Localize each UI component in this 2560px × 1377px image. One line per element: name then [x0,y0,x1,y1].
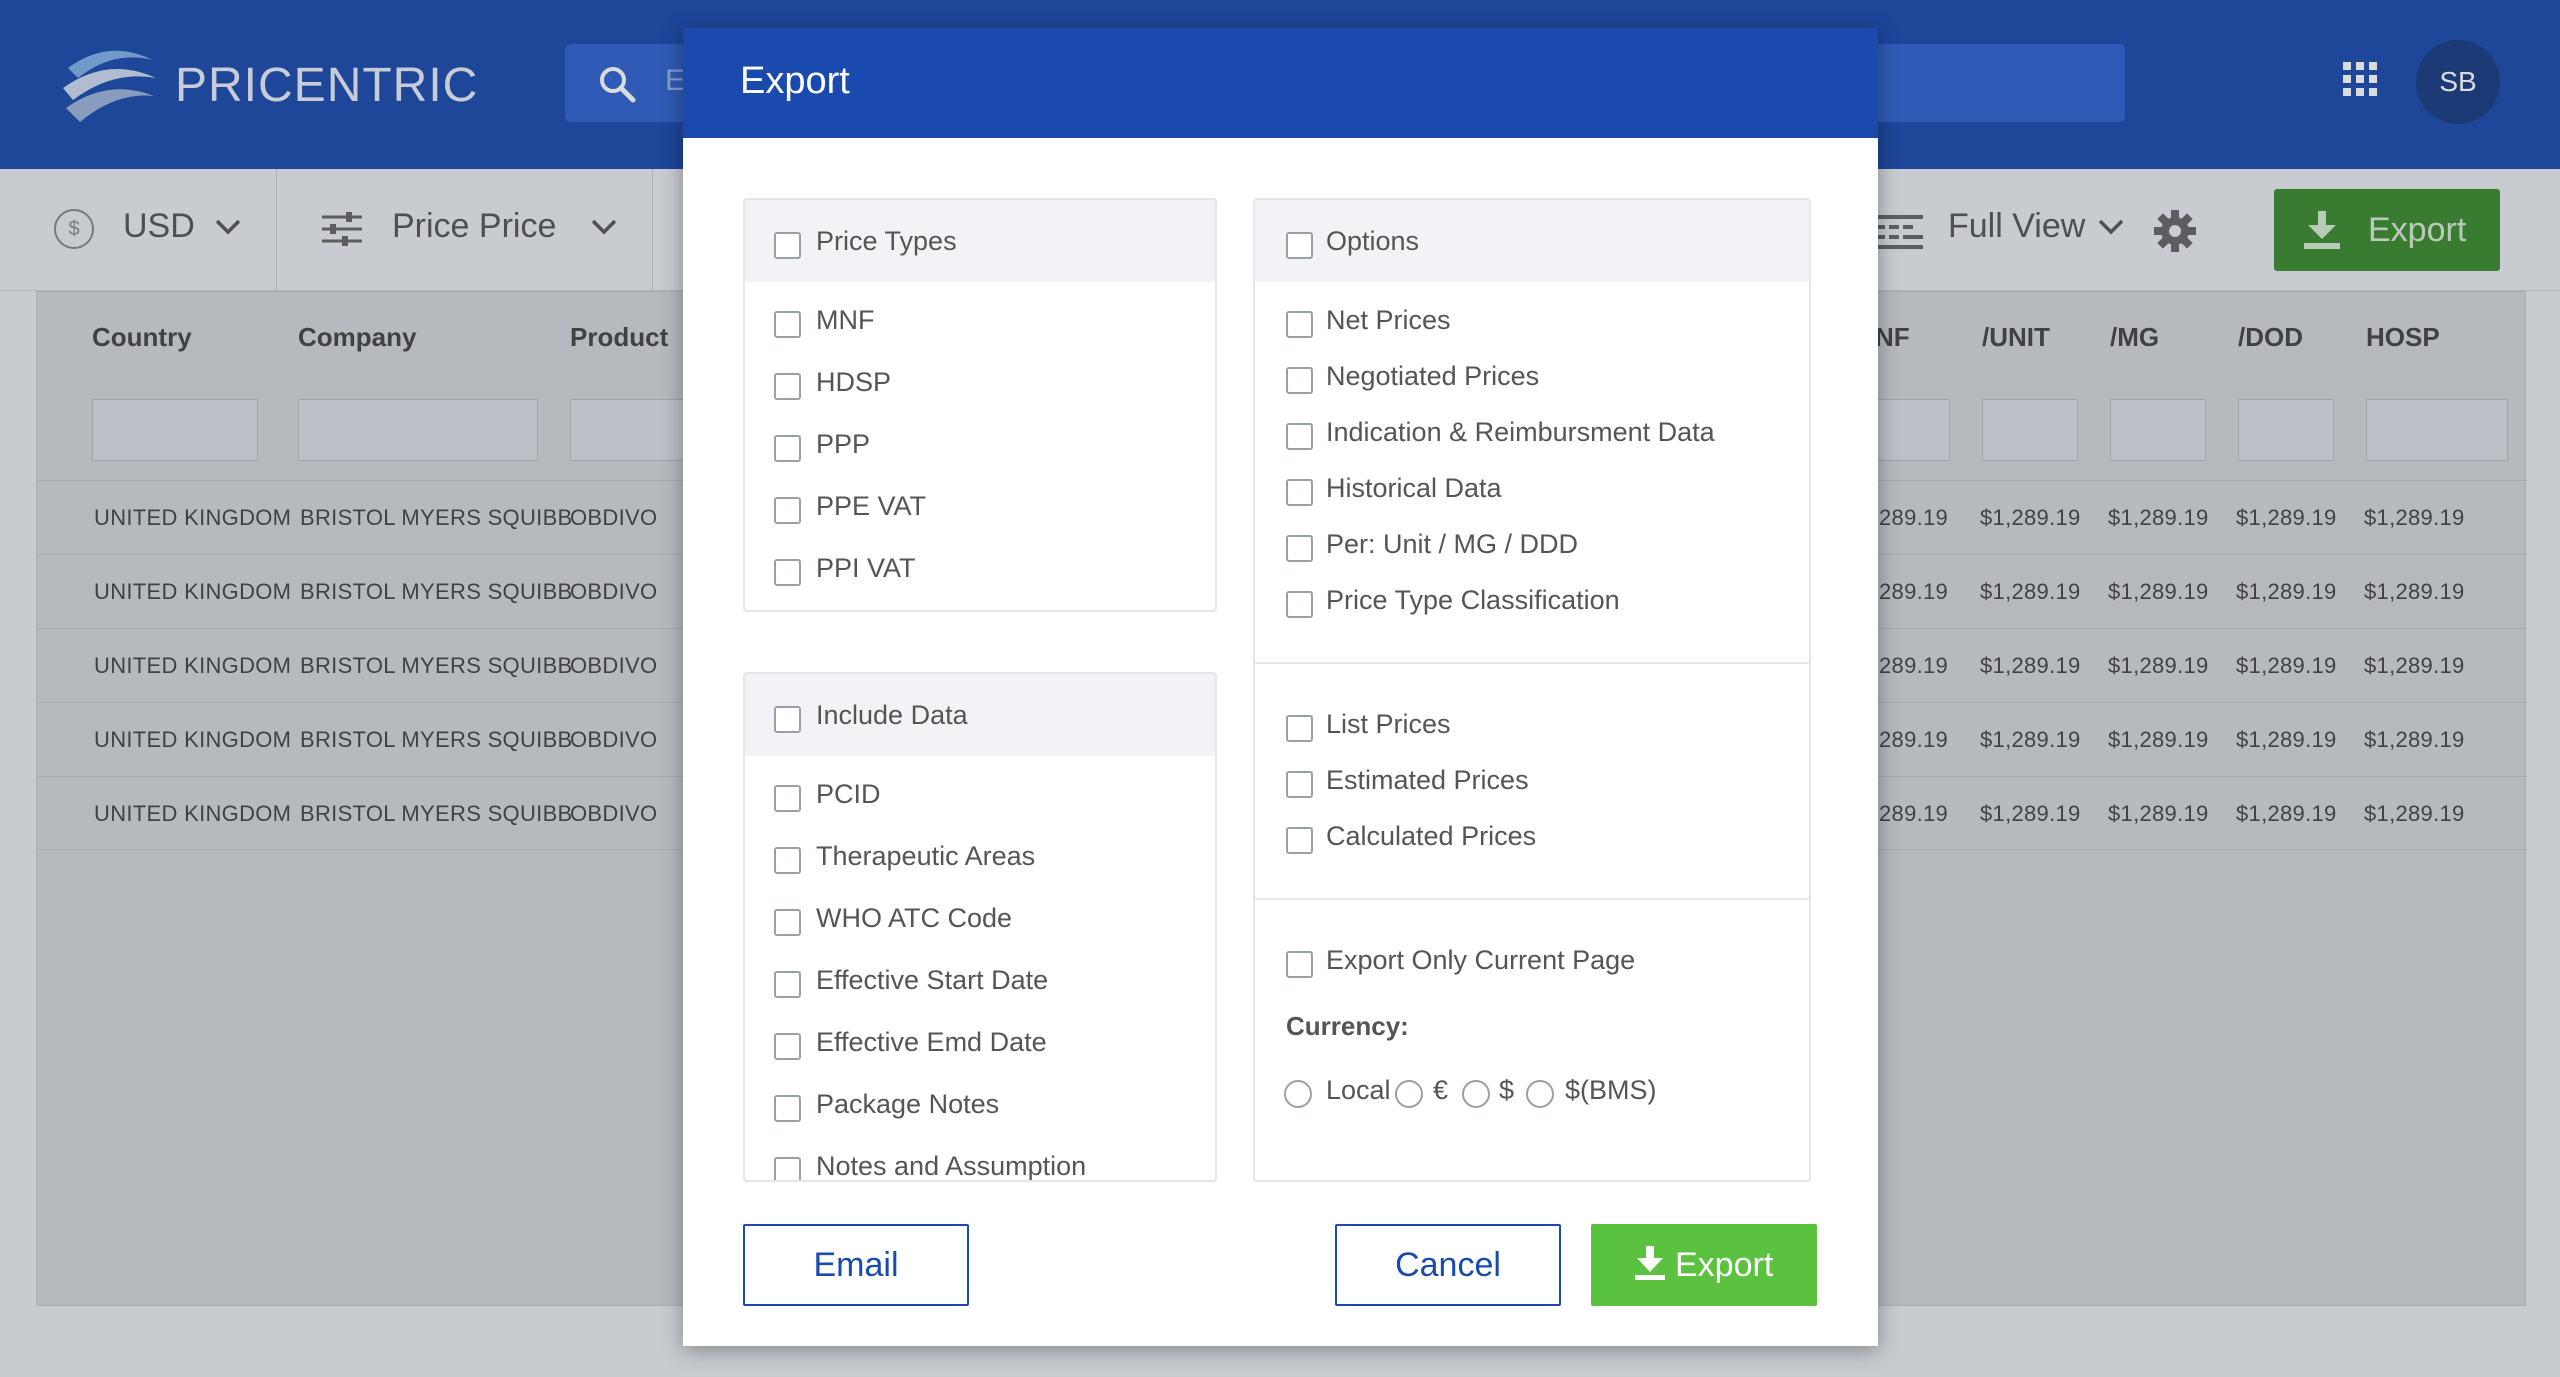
label-currency-usd: $ [1499,1075,1515,1105]
download-icon [1635,1246,1665,1280]
radio-currency-local[interactable] [1284,1080,1312,1108]
radio-currency-usd[interactable] [1462,1080,1490,1108]
include-data-title: Include Data [816,700,968,730]
options-divider [1255,662,1809,664]
checkbox-effective-start-date[interactable] [774,971,801,998]
label-who-atc-code: WHO ATC Code [816,903,1013,933]
label-net-prices: Net Prices [1326,305,1451,335]
checkbox-ppe-vat[interactable] [774,497,801,524]
checkbox-who-atc-code[interactable] [774,909,801,936]
label-export-current-page: Export Only Current Page [1326,945,1636,975]
checkbox-ppi-vat[interactable] [774,559,801,586]
label-currency-local: Local [1326,1075,1391,1105]
label-indication-reimbursement: Indication & Reimbursment Data [1326,417,1715,447]
include-data-header: Include Data [745,674,1215,756]
checkbox-calculated-prices[interactable] [1286,827,1313,854]
label-mnf: MNF [816,305,875,335]
price-types-panel: Price Types MNF HDSP PPP PPE VAT PPI VAT [743,198,1217,612]
label-hdsp: HDSP [816,367,892,397]
label-package-notes: Package Notes [816,1089,1000,1119]
checkbox-notes-assumption[interactable] [774,1157,801,1180]
radio-currency-euro[interactable] [1395,1080,1423,1108]
radio-currency-usd-bms[interactable] [1526,1080,1554,1108]
label-list-prices: List Prices [1326,709,1451,739]
checkbox-package-notes[interactable] [774,1095,801,1122]
export-button-label: Export [1675,1246,1774,1284]
label-effective-start-date: Effective Start Date [816,965,1049,995]
checkbox-therapeutic-areas[interactable] [774,847,801,874]
options-header: Options [1255,200,1809,282]
checkbox-negotiated-prices[interactable] [1286,367,1313,394]
price-types-title: Price Types [816,226,957,256]
label-ppp: PPP [816,429,871,459]
checkbox-indication-reimbursement[interactable] [1286,423,1313,450]
price-types-select-all-checkbox[interactable] [774,232,801,259]
include-data-select-all-checkbox[interactable] [774,706,801,733]
label-currency-usd-bms: $(BMS) [1565,1075,1657,1105]
email-button[interactable]: Email [743,1224,969,1306]
label-historical-data: Historical Data [1326,473,1502,503]
label-ppi-vat: PPI VAT [816,553,916,583]
checkbox-net-prices[interactable] [1286,311,1313,338]
dialog-title: Export [740,60,850,102]
price-types-header: Price Types [745,200,1215,282]
currency-label: Currency: [1286,1011,1409,1041]
cancel-button[interactable]: Cancel [1335,1224,1561,1306]
label-negotiated-prices: Negotiated Prices [1326,361,1540,391]
options-divider [1255,898,1809,900]
checkbox-list-prices[interactable] [1286,715,1313,742]
label-therapeutic-areas: Therapeutic Areas [816,841,1036,871]
checkbox-estimated-prices[interactable] [1286,771,1313,798]
label-price-type-classification: Price Type Classification [1326,585,1620,615]
checkbox-mnf[interactable] [774,311,801,338]
label-calculated-prices: Calculated Prices [1326,821,1537,851]
label-estimated-prices: Estimated Prices [1326,765,1529,795]
export-dialog: Export Price Types MNF HDSP PPP PPE VAT … [683,28,1878,1346]
dialog-header: Export [683,28,1878,138]
export-button[interactable]: Export [1591,1224,1817,1306]
options-panel: Options Net Prices Negotiated Prices Ind… [1253,198,1811,1182]
checkbox-price-type-classification[interactable] [1286,591,1313,618]
label-notes-assumption: Notes and Assumption [816,1151,1087,1181]
label-effective-end-date: Effective Emd Date [816,1027,1047,1057]
checkbox-pcid[interactable] [774,785,801,812]
label-ppe-vat: PPE VAT [816,491,927,521]
label-pcid: PCID [816,779,881,809]
checkbox-export-current-page[interactable] [1286,951,1313,978]
label-per-unit-mg-ddd: Per: Unit / MG / DDD [1326,529,1579,559]
checkbox-per-unit-mg-ddd[interactable] [1286,535,1313,562]
options-select-all-checkbox[interactable] [1286,232,1313,259]
checkbox-historical-data[interactable] [1286,479,1313,506]
options-title: Options [1326,226,1420,256]
checkbox-effective-end-date[interactable] [774,1033,801,1060]
checkbox-hdsp[interactable] [774,373,801,400]
checkbox-ppp[interactable] [774,435,801,462]
include-data-panel: Include Data PCID Therapeutic Areas WHO … [743,672,1217,1182]
label-currency-euro: € [1433,1075,1449,1105]
